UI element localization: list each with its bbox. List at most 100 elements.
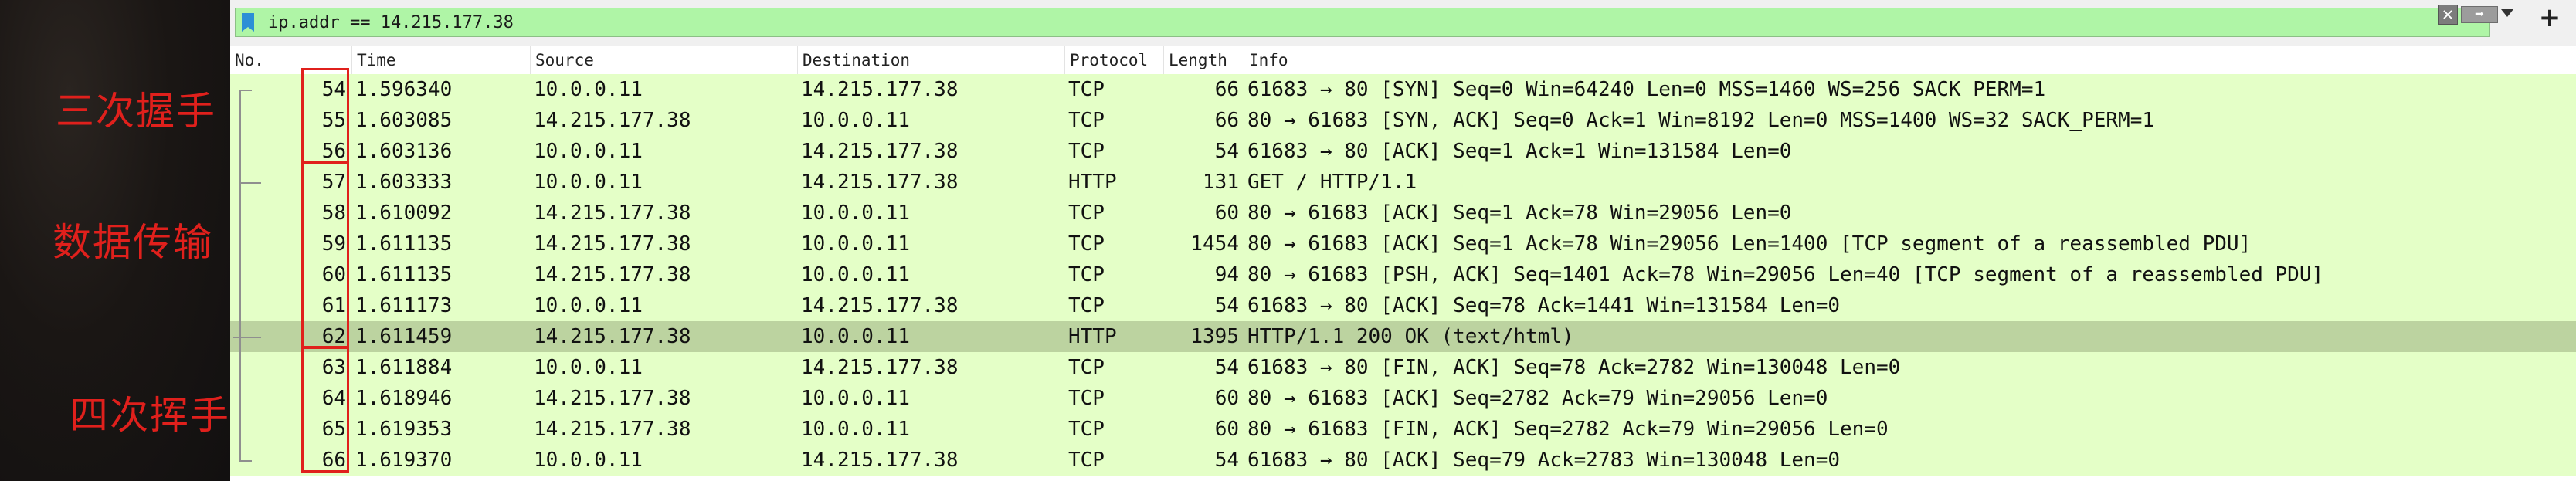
packet-protocol-cell: TCP	[1068, 356, 1105, 379]
packet-time-cell: 1.611173	[355, 294, 453, 317]
packet-row[interactable]: 61 1.611173 10.0.0.11 14.215.177.38 TCP 54 616…	[230, 290, 2576, 321]
packet-destination-cell: 10.0.0.11	[801, 325, 910, 348]
packet-source-cell: 10.0.0.11	[534, 78, 643, 101]
annotation-data-transfer: 数据传输	[53, 220, 213, 265]
display-filter-bar: ip.addr == 14.215.177.38 ✕ ➡ +	[230, 0, 2576, 47]
packet-length-cell: 60	[1214, 387, 1239, 410]
packet-protocol-cell: TCP	[1068, 263, 1105, 286]
packet-protocol-cell: TCP	[1068, 78, 1105, 101]
packet-row[interactable]: 60 1.611135 14.215.177.38 10.0.0.11 TCP 94 80 …	[230, 259, 2576, 290]
packet-source-cell: 14.215.177.38	[534, 325, 691, 348]
packet-destination-cell: 14.215.177.38	[801, 78, 959, 101]
apply-filter-icon[interactable]: ➡	[2461, 6, 2498, 23]
packet-row[interactable]: 62 1.611459 14.215.177.38 10.0.0.11 HTTP 1395…	[230, 321, 2576, 352]
packet-time-cell: 1.611135	[355, 263, 453, 286]
annotation-teardown: 四次挥手	[70, 393, 230, 438]
packet-length-cell: 1395	[1190, 325, 1239, 348]
packet-length-cell: 1454	[1190, 232, 1239, 256]
packet-row[interactable]: 65 1.619353 14.215.177.38 10.0.0.11 TCP 60 80 …	[230, 414, 2576, 445]
packet-destination-cell: 10.0.0.11	[801, 418, 910, 441]
packet-length-cell: 94	[1214, 263, 1239, 286]
packet-protocol-cell: TCP	[1068, 140, 1105, 163]
packet-protocol-cell: TCP	[1068, 449, 1105, 472]
filter-expression[interactable]: ip.addr == 14.215.177.38	[268, 13, 514, 33]
packet-time-cell: 1.611135	[355, 232, 453, 256]
packet-row[interactable]: 55 1.603085 14.215.177.38 10.0.0.11 TCP 66 80 …	[230, 105, 2576, 136]
packet-row[interactable]: 58 1.610092 14.215.177.38 10.0.0.11 TCP 60 80 …	[230, 198, 2576, 229]
packet-source-cell: 14.215.177.38	[534, 263, 691, 286]
packet-destination-cell: 10.0.0.11	[801, 387, 910, 410]
packet-info-cell: 61683 → 80 [SYN] Seq=0 Win=64240 Len=0 M…	[1247, 78, 2046, 101]
packet-time-cell: 1.603085	[355, 109, 453, 132]
packet-destination-cell: 10.0.0.11	[801, 232, 910, 256]
clear-filter-icon[interactable]: ✕	[2438, 5, 2458, 25]
display-filter-input[interactable]: ip.addr == 14.215.177.38	[235, 8, 2490, 37]
packet-destination-cell: 14.215.177.38	[801, 140, 959, 163]
packet-time-cell: 1.596340	[355, 78, 453, 101]
packet-protocol-cell: TCP	[1068, 109, 1105, 132]
packet-row[interactable]: 56 1.603136 10.0.0.11 14.215.177.38 TCP 54 616…	[230, 136, 2576, 167]
packet-source-cell: 14.215.177.38	[534, 387, 691, 410]
packet-time-cell: 1.610092	[355, 202, 453, 225]
packet-destination-cell: 14.215.177.38	[801, 356, 959, 379]
annotation-handshake: 三次握手	[56, 89, 216, 134]
plus-icon[interactable]: +	[2536, 5, 2564, 32]
conversation-track-cap-top	[239, 90, 252, 91]
packet-protocol-cell: HTTP	[1068, 325, 1117, 348]
bookmark-icon[interactable]	[242, 13, 254, 32]
packet-destination-cell: 14.215.177.38	[801, 294, 959, 317]
packet-time-cell: 1.618946	[355, 387, 453, 410]
packet-length-cell: 60	[1214, 202, 1239, 225]
response-arrow-line	[233, 337, 261, 338]
column-header-source[interactable]: Source	[531, 46, 798, 74]
packet-list: 54 1.596340 10.0.0.11 14.215.177.38 TCP 66 616…	[230, 68, 2576, 481]
packet-protocol-cell: TCP	[1068, 232, 1105, 256]
packet-time-cell: 1.603136	[355, 140, 453, 163]
packet-protocol-cell: HTTP	[1068, 171, 1117, 194]
packet-list-window: ip.addr == 14.215.177.38 ✕ ➡ + No. Time …	[230, 0, 2576, 481]
column-header-row: No. Time Source Destination Protocol Len…	[230, 46, 2576, 75]
packet-row[interactable]: 66 1.619370 10.0.0.11 14.215.177.38 TCP 54 616…	[230, 445, 2576, 476]
packet-source-cell: 14.215.177.38	[534, 202, 691, 225]
column-header-info[interactable]: Info	[1244, 46, 2576, 74]
packet-destination-cell: 10.0.0.11	[801, 263, 910, 286]
packet-destination-cell: 10.0.0.11	[801, 109, 910, 132]
chevron-down-icon[interactable]	[2501, 9, 2513, 17]
packet-protocol-cell: TCP	[1068, 202, 1105, 225]
packet-source-cell: 10.0.0.11	[534, 294, 643, 317]
packet-info-cell: 61683 → 80 [FIN, ACK] Seq=78 Ack=2782 Wi…	[1247, 356, 1901, 379]
packet-row[interactable]: 63 1.611884 10.0.0.11 14.215.177.38 TCP 54 616…	[230, 352, 2576, 383]
packet-info-cell: HTTP/1.1 200 OK (text/html)	[1247, 325, 1574, 348]
packet-source-cell: 14.215.177.38	[534, 109, 691, 132]
packet-length-cell: 66	[1214, 109, 1239, 132]
column-header-time[interactable]: Time	[352, 46, 531, 74]
packet-row[interactable]: 57 1.603333 10.0.0.11 14.215.177.38 HTTP 131 G…	[230, 167, 2576, 198]
packet-time-cell: 1.619370	[355, 449, 453, 472]
column-header-length[interactable]: Length	[1164, 46, 1244, 74]
packet-source-cell: 10.0.0.11	[534, 140, 643, 163]
packet-info-cell: 61683 → 80 [ACK] Seq=79 Ack=2783 Win=130…	[1247, 449, 1841, 472]
packet-info-cell: 61683 → 80 [ACK] Seq=78 Ack=1441 Win=131…	[1247, 294, 1841, 317]
packet-protocol-cell: TCP	[1068, 418, 1105, 441]
packet-length-cell: 54	[1214, 294, 1239, 317]
column-header-destination[interactable]: Destination	[798, 46, 1065, 74]
packet-length-cell: 54	[1214, 356, 1239, 379]
column-header-protocol[interactable]: Protocol	[1065, 46, 1164, 74]
packet-protocol-cell: TCP	[1068, 294, 1105, 317]
packet-row[interactable]: 59 1.611135 14.215.177.38 10.0.0.11 TCP 1454 8…	[230, 229, 2576, 259]
packet-info-cell: GET / HTTP/1.1	[1247, 171, 1417, 194]
packet-info-cell: 80 → 61683 [ACK] Seq=1 Ack=78 Win=29056 …	[1247, 202, 1792, 225]
packet-destination-cell: 14.215.177.38	[801, 171, 959, 194]
packet-info-cell: 61683 → 80 [ACK] Seq=1 Ack=1 Win=131584 …	[1247, 140, 1792, 163]
packet-row[interactable]: 54 1.596340 10.0.0.11 14.215.177.38 TCP 66 616…	[230, 74, 2576, 105]
packet-time-cell: 1.619353	[355, 418, 453, 441]
packet-info-cell: 80 → 61683 [FIN, ACK] Seq=2782 Ack=79 Wi…	[1247, 418, 1889, 441]
packet-length-cell: 54	[1214, 449, 1239, 472]
packet-time-cell: 1.603333	[355, 171, 453, 194]
packet-time-cell: 1.611459	[355, 325, 453, 348]
packet-time-cell: 1.611884	[355, 356, 453, 379]
packet-length-cell: 60	[1214, 418, 1239, 441]
request-arrow-line	[241, 182, 261, 184]
packet-source-cell: 10.0.0.11	[534, 449, 643, 472]
packet-row[interactable]: 64 1.618946 14.215.177.38 10.0.0.11 TCP 60 80 …	[230, 383, 2576, 414]
